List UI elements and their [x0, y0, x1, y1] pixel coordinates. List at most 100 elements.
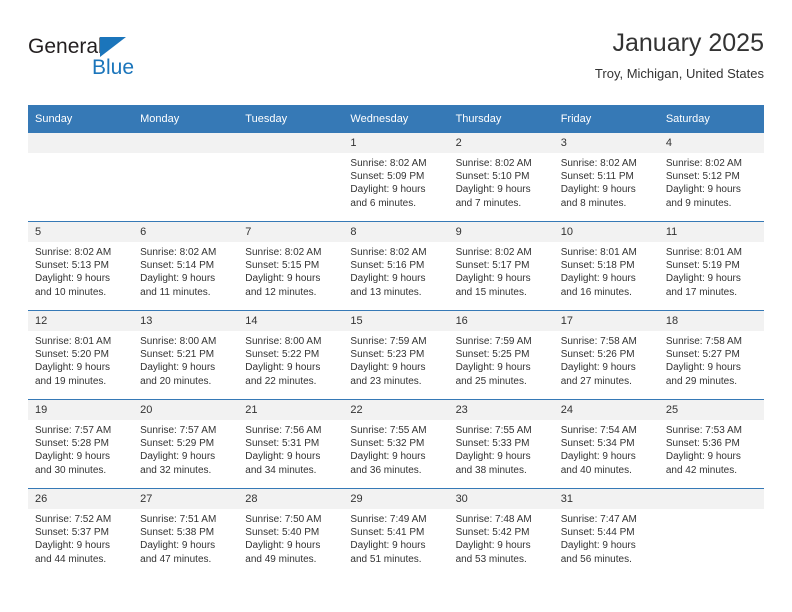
day-details: Sunrise: 8:01 AM Sunset: 5:20 PM Daylight:… [28, 331, 133, 388]
daylight-text-cont: and 22 minutes. [245, 375, 317, 387]
daylight-text-cont: and 13 minutes. [350, 286, 422, 298]
calendar-day-cell[interactable]: 22 Sunrise: 7:55 AM Sunset: 5:32 PM Dayligh… [343, 399, 449, 489]
daylight-text: Daylight: 9 hours [140, 273, 216, 285]
sunrise-text: Sunrise: 7:51 AM [140, 514, 217, 525]
day-number: 16 [448, 311, 554, 331]
calendar-day-cell[interactable]: 19 Sunrise: 7:57 AM Sunset: 5:28 PM Dayligh… [28, 399, 134, 489]
daylight-text-cont: and 38 minutes. [455, 464, 527, 476]
day-details: Sunrise: 8:01 AM Sunset: 5:19 PM Daylight:… [659, 242, 764, 299]
calendar-day-cell[interactable]: 30 Sunrise: 7:48 AM Sunset: 5:42 PM Dayligh… [448, 488, 554, 577]
sunset-text: Sunset: 5:33 PM [455, 438, 530, 450]
sunset-text: Sunset: 5:16 PM [350, 260, 425, 272]
calendar-day-cell[interactable]: 8 Sunrise: 8:02 AM Sunset: 5:16 PM Daylight… [343, 221, 449, 311]
calendar-day-cell[interactable]: 1 Sunrise: 8:02 AM Sunset: 5:09 PM Daylight… [343, 133, 449, 222]
day-details: Sunrise: 8:02 AM Sunset: 5:09 PM Daylight:… [343, 153, 448, 210]
daylight-text-cont: and 36 minutes. [350, 464, 422, 476]
calendar-day-cell[interactable]: 3 Sunrise: 8:02 AM Sunset: 5:11 PM Daylight… [553, 133, 659, 222]
calendar-day-cell[interactable]: 27 Sunrise: 7:51 AM Sunset: 5:38 PM Dayligh… [133, 488, 239, 577]
sunrise-text: Sunrise: 8:02 AM [35, 247, 112, 258]
day-number: 30 [448, 489, 554, 509]
daylight-text: Daylight: 9 hours [560, 451, 636, 463]
daylight-text: Daylight: 9 hours [455, 184, 531, 196]
triangle-icon [100, 37, 126, 57]
day-details: Sunrise: 7:57 AM Sunset: 5:28 PM Daylight:… [28, 420, 133, 477]
daylight-text-cont: and 56 minutes. [560, 553, 632, 565]
calendar-day-cell[interactable]: 10 Sunrise: 8:01 AM Sunset: 5:18 PM Dayligh… [553, 221, 659, 311]
sunset-text: Sunset: 5:32 PM [350, 438, 425, 450]
day-details: Sunrise: 7:52 AM Sunset: 5:37 PM Daylight:… [28, 509, 133, 566]
day-details: Sunrise: 7:55 AM Sunset: 5:33 PM Daylight:… [449, 420, 554, 477]
calendar-day-cell[interactable]: 7 Sunrise: 8:02 AM Sunset: 5:15 PM Daylight… [238, 221, 344, 311]
sunset-text: Sunset: 5:23 PM [350, 349, 425, 361]
day-number: 20 [133, 400, 239, 420]
weekday-header-row: Sunday Monday Tuesday Wednesday Thursday… [28, 105, 764, 133]
sunrise-text: Sunrise: 7:57 AM [35, 425, 112, 436]
calendar-day-cell[interactable]: 29 Sunrise: 7:49 AM Sunset: 5:41 PM Dayligh… [343, 488, 449, 577]
calendar-day-cell[interactable]: 17 Sunrise: 7:58 AM Sunset: 5:26 PM Dayligh… [553, 310, 659, 400]
sunset-text: Sunset: 5:10 PM [455, 171, 530, 183]
daylight-text-cont: and 8 minutes. [560, 197, 627, 209]
daylight-text: Daylight: 9 hours [455, 451, 531, 463]
sunset-text: Sunset: 5:42 PM [455, 527, 530, 539]
day-details: Sunrise: 8:02 AM Sunset: 5:13 PM Daylight:… [28, 242, 133, 299]
general-blue-logo[interactable]: General Blue [28, 36, 228, 88]
sunset-text: Sunset: 5:44 PM [560, 527, 635, 539]
calendar-day-cell[interactable]: 9 Sunrise: 8:02 AM Sunset: 5:17 PM Daylight… [448, 221, 554, 311]
logo-word-blue: Blue [92, 56, 135, 79]
day-number: 25 [658, 400, 764, 420]
daylight-text-cont: and 6 minutes. [350, 197, 417, 209]
page-title: January 2025 [612, 29, 764, 57]
day-details: Sunrise: 7:51 AM Sunset: 5:38 PM Daylight:… [133, 509, 238, 566]
calendar-day-cell[interactable]: 20 Sunrise: 7:57 AM Sunset: 5:29 PM Dayligh… [133, 399, 239, 489]
day-number: 19 [28, 400, 134, 420]
calendar-day-cell[interactable]: 26 Sunrise: 7:52 AM Sunset: 5:37 PM Dayligh… [28, 488, 134, 577]
sunrise-text: Sunrise: 8:02 AM [455, 158, 532, 169]
day-number [28, 133, 134, 153]
calendar-day-cell[interactable]: 14 Sunrise: 8:00 AM Sunset: 5:22 PM Dayligh… [238, 310, 344, 400]
day-details: Sunrise: 7:48 AM Sunset: 5:42 PM Daylight:… [449, 509, 554, 566]
day-number: 11 [658, 222, 764, 242]
calendar-day-cell[interactable]: 23 Sunrise: 7:55 AM Sunset: 5:33 PM Dayligh… [448, 399, 554, 489]
calendar-week-row: 1 Sunrise: 8:02 AM Sunset: 5:09 PM Daylight… [28, 133, 764, 222]
calendar-week-row: 19 Sunrise: 7:57 AM Sunset: 5:28 PM Dayligh… [28, 399, 764, 489]
day-details: Sunrise: 7:58 AM Sunset: 5:26 PM Daylight:… [554, 331, 659, 388]
calendar-day-cell[interactable]: 12 Sunrise: 8:01 AM Sunset: 5:20 PM Dayligh… [28, 310, 134, 400]
daylight-text: Daylight: 9 hours [245, 273, 321, 285]
calendar-day-cell[interactable]: 13 Sunrise: 8:00 AM Sunset: 5:21 PM Dayligh… [133, 310, 239, 400]
weekday-header-tuesday: Tuesday [238, 105, 344, 133]
daylight-text-cont: and 9 minutes. [665, 197, 732, 209]
calendar-day-cell[interactable]: 18 Sunrise: 7:58 AM Sunset: 5:27 PM Dayligh… [658, 310, 764, 400]
weekday-header-monday: Monday [133, 105, 239, 133]
daylight-text-cont: and 20 minutes. [140, 375, 212, 387]
daylight-text: Daylight: 9 hours [665, 184, 741, 196]
sunrise-text: Sunrise: 7:55 AM [350, 425, 427, 436]
daylight-text: Daylight: 9 hours [455, 273, 531, 285]
day-number: 22 [343, 400, 449, 420]
calendar-day-cell[interactable]: 5 Sunrise: 8:02 AM Sunset: 5:13 PM Daylight… [28, 221, 134, 311]
daylight-text-cont: and 29 minutes. [665, 375, 738, 387]
calendar-day-cell[interactable]: 28 Sunrise: 7:50 AM Sunset: 5:40 PM Dayligh… [238, 488, 344, 577]
calendar-day-cell[interactable]: 25 Sunrise: 7:53 AM Sunset: 5:36 PM Dayligh… [658, 399, 764, 489]
day-number: 8 [343, 222, 449, 242]
sunrise-text: Sunrise: 7:58 AM [560, 336, 637, 347]
calendar-day-cell[interactable]: 6 Sunrise: 8:02 AM Sunset: 5:14 PM Daylight… [133, 221, 239, 311]
calendar-week-row: 26 Sunrise: 7:52 AM Sunset: 5:37 PM Dayligh… [28, 488, 764, 577]
calendar-day-cell[interactable]: 31 Sunrise: 7:47 AM Sunset: 5:44 PM Dayligh… [553, 488, 659, 577]
weekday-header-saturday: Saturday [658, 105, 764, 133]
calendar-day-cell[interactable]: 24 Sunrise: 7:54 AM Sunset: 5:34 PM Dayligh… [553, 399, 659, 489]
calendar-day-cell[interactable]: 4 Sunrise: 8:02 AM Sunset: 5:12 PM Daylight… [658, 133, 764, 222]
sunset-text: Sunset: 5:29 PM [140, 438, 215, 450]
sunrise-text: Sunrise: 8:00 AM [140, 336, 217, 347]
daylight-text: Daylight: 9 hours [350, 451, 426, 463]
calendar-week-row: 5 Sunrise: 8:02 AM Sunset: 5:13 PM Daylight… [28, 221, 764, 311]
sunset-text: Sunset: 5:18 PM [560, 260, 635, 272]
sunset-text: Sunset: 5:20 PM [35, 349, 109, 361]
calendar-day-cell[interactable]: 2 Sunrise: 8:02 AM Sunset: 5:10 PM Daylight… [448, 133, 554, 222]
day-details: Sunrise: 7:53 AM Sunset: 5:36 PM Daylight:… [659, 420, 764, 477]
day-details: Sunrise: 8:00 AM Sunset: 5:22 PM Daylight:… [238, 331, 343, 388]
day-number: 2 [448, 133, 554, 153]
calendar-day-cell[interactable]: 15 Sunrise: 7:59 AM Sunset: 5:23 PM Dayligh… [343, 310, 449, 400]
calendar-day-cell[interactable]: 21 Sunrise: 7:56 AM Sunset: 5:31 PM Dayligh… [238, 399, 344, 489]
calendar-day-cell[interactable]: 11 Sunrise: 8:01 AM Sunset: 5:19 PM Dayligh… [658, 221, 764, 311]
calendar-day-cell[interactable]: 16 Sunrise: 7:59 AM Sunset: 5:25 PM Dayligh… [448, 310, 554, 400]
